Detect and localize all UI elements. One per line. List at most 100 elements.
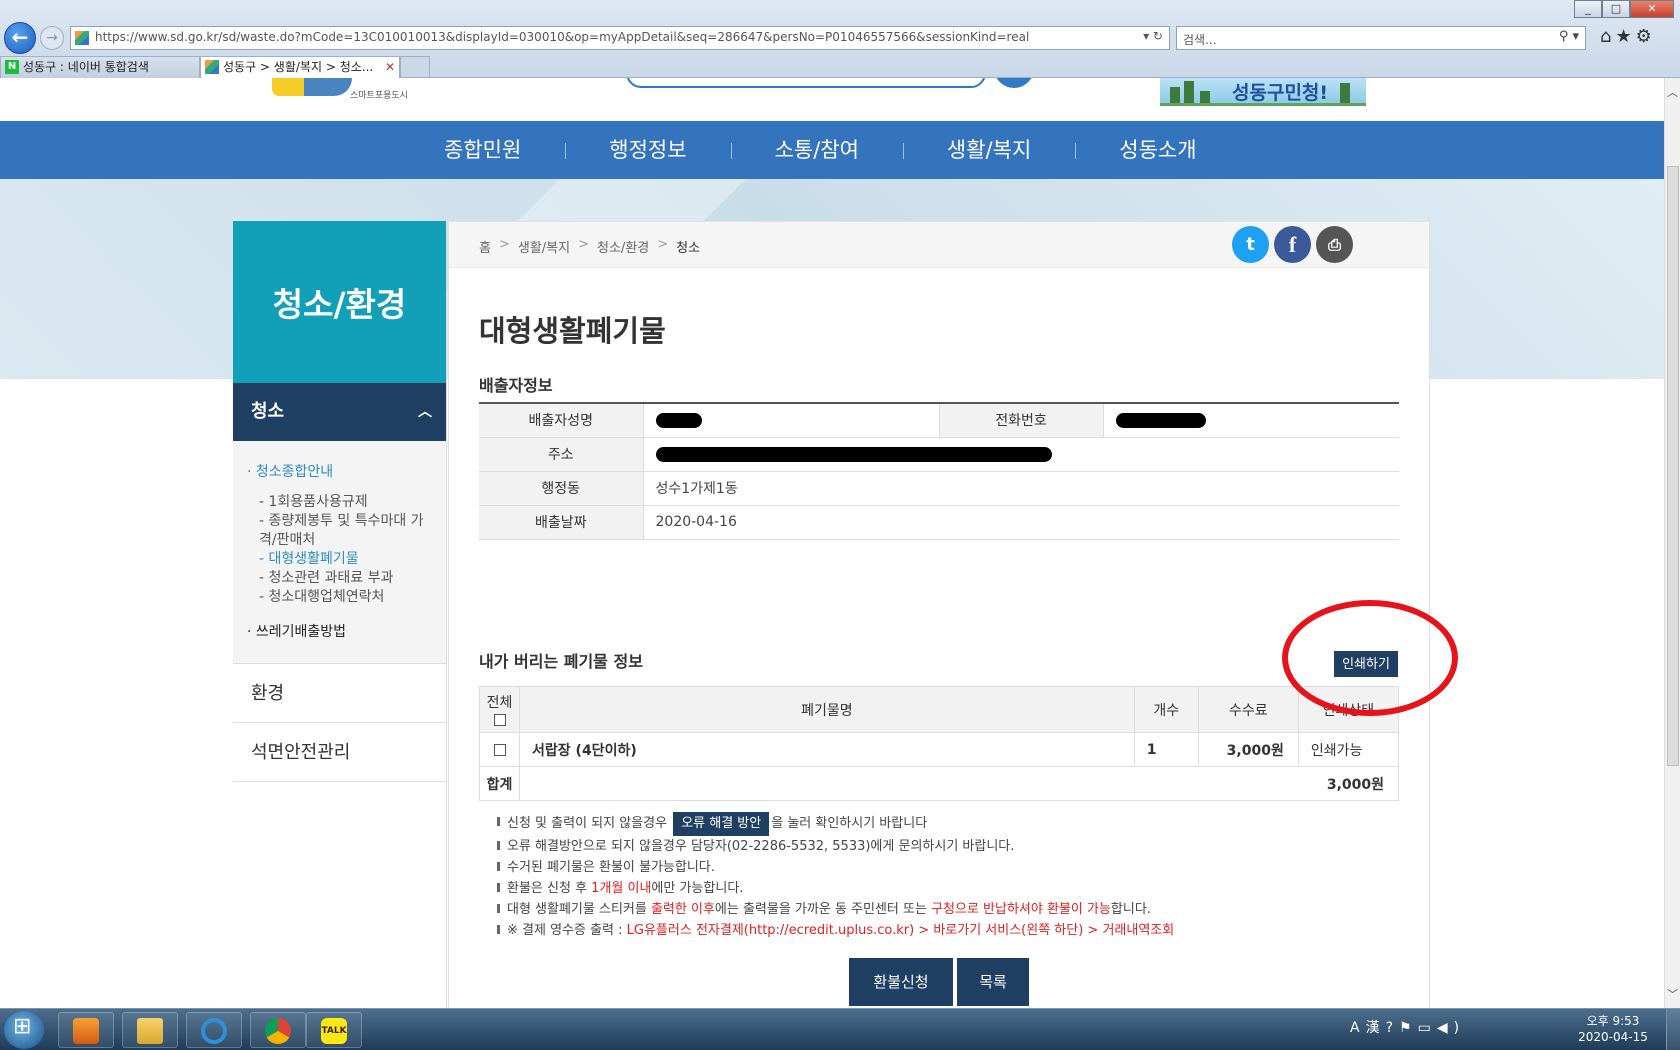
sidebar-group-disposal[interactable]: · 쓰레기배출방법	[247, 621, 436, 641]
waste-name: 서랍장 (4단이하)	[519, 732, 1135, 767]
phone-label: 전화번호	[938, 403, 1104, 438]
tab-label: 성동구 : 네이버 통합검색	[23, 60, 149, 74]
search-icon[interactable]: ⚲ ▾	[1559, 29, 1579, 44]
tab-naver[interactable]: N 성동구 : 네이버 통합검색	[0, 56, 200, 78]
sidebar-item-environment[interactable]: 환경	[233, 664, 446, 723]
close-window-button[interactable]: ✕	[1630, 0, 1674, 18]
breadcrumb-home[interactable]: 홈	[479, 237, 491, 256]
favorites-star-icon[interactable]: ★	[1615, 26, 1635, 47]
system-tray: A漢?⚑▭◀)	[1350, 1017, 1465, 1037]
maximize-button[interactable]: □	[1602, 0, 1630, 18]
chevron-up-icon[interactable]: ︿	[418, 383, 432, 441]
new-tab-button[interactable]	[400, 56, 430, 78]
col-select-all-label: 전체	[486, 694, 513, 711]
site-favicon-icon	[75, 31, 89, 45]
col-select-all: 전체	[478, 686, 521, 733]
scroll-thumb[interactable]	[1667, 166, 1679, 766]
vertical-scrollbar[interactable]: ︿ ﹀	[1664, 78, 1680, 1008]
browser-search-input[interactable]: 검색... ⚲ ▾	[1176, 26, 1586, 50]
language-icon[interactable]: A	[1350, 1020, 1366, 1036]
select-all-checkbox[interactable]	[493, 713, 506, 726]
gnb-item-civil[interactable]: 종합민원	[400, 121, 565, 179]
row-checkbox-cell	[478, 732, 521, 767]
share-buttons: t f ⎙	[1232, 226, 1353, 263]
notice-item: 대형 생활폐기물 스티커를 출력한 이후에는 출력물을 가까운 동 주민센터 또…	[497, 899, 1174, 920]
clock-date: 2020-04-15	[1578, 1030, 1648, 1044]
home-icon[interactable]: ⌂	[1600, 26, 1615, 47]
tab-close-icon[interactable]: ✕	[385, 60, 395, 74]
folder-icon[interactable]	[122, 1012, 178, 1048]
tab-label: 성동구 > 생활/복지 > 청소...	[223, 60, 374, 74]
page-title: 대형생활폐기물	[479, 314, 666, 348]
site-search-button[interactable]	[994, 78, 1034, 88]
notice-item: 환불은 신청 후 1개월 이내에만 가능합니다.	[497, 878, 1174, 899]
banner-link[interactable]: 성동구민청!	[1160, 78, 1366, 106]
row-checkbox[interactable]	[493, 743, 506, 756]
print-button[interactable]: 인쇄하기	[1334, 651, 1398, 677]
sidebar-item-contractors[interactable]: - 청소대행업체연락처	[247, 588, 436, 607]
volume-icon[interactable]: ◀)	[1437, 1020, 1465, 1036]
error-solution-button[interactable]: 오류 해결 방안	[673, 812, 770, 836]
notice-item: 신청 및 출력이 되지 않을경우 오류 해결 방안 을 눌러 확인하시기 바랍니다	[497, 812, 1174, 836]
breadcrumb-cleaning-env[interactable]: 청소/환경	[597, 237, 649, 256]
sidebar-group-cleaning-guide[interactable]: · 청소종합안내	[247, 461, 436, 481]
show-desktop-button[interactable]	[1666, 1009, 1680, 1050]
refresh-icon[interactable]: ▾ ↻	[1143, 29, 1163, 43]
kakaotalk-icon[interactable]: TALK	[306, 1012, 362, 1048]
window-controls: _ □ ✕	[1574, 0, 1674, 18]
sidebar-section-label: 청소	[251, 401, 285, 422]
search-placeholder: 검색...	[1183, 33, 1217, 47]
flag-icon[interactable]: ⚑	[1399, 1020, 1418, 1036]
scroll-up-icon[interactable]: ︿	[1667, 84, 1678, 100]
twitter-icon[interactable]: t	[1232, 226, 1269, 263]
tab-seongdong[interactable]: 성동구 > 생활/복지 > 청소... ✕	[200, 56, 400, 78]
breadcrumb-current: 청소	[676, 241, 701, 256]
name-value	[643, 403, 939, 438]
gnb-item-about[interactable]: 성동소개	[1075, 121, 1240, 179]
internet-explorer-icon[interactable]	[186, 1012, 242, 1048]
gnb-item-life-welfare[interactable]: 생활/복지	[902, 121, 1075, 179]
chrome-icon[interactable]	[250, 1012, 306, 1048]
receipt-link[interactable]: LG유플러스 전자결제(http://ecredit.uplus.co.kr) …	[627, 923, 1175, 938]
address-bar[interactable]: https://www.sd.go.kr/sd/waste.do?mCode=1…	[70, 26, 1170, 50]
sidebar: 청소/환경 청소 ︿ · 청소종합안내 - 1회용품사용규제 - 종량제봉투 및…	[233, 221, 447, 1008]
gnb-item-communication[interactable]: 소통/참여	[730, 121, 903, 179]
refund-button[interactable]: 환불신청	[849, 958, 953, 1006]
site-logo[interactable]	[272, 78, 352, 96]
site-header: 스마트포용도시 성동구민청!	[0, 78, 1664, 122]
scroll-down-icon[interactable]: ﹀	[1667, 986, 1678, 1002]
forward-button[interactable]: →	[40, 26, 64, 50]
print-icon[interactable]: ⎙	[1316, 226, 1353, 263]
notice-item: 오류 해결방안으로 되지 않을경우 담당자(02-2286-5532, 5533…	[497, 836, 1174, 857]
facebook-icon[interactable]: f	[1274, 226, 1311, 263]
total-row: 합계 3,000원	[478, 766, 1399, 801]
site-search-input[interactable]	[626, 78, 986, 88]
minimize-button[interactable]: _	[1574, 0, 1602, 18]
hanja-icon[interactable]: 漢	[1366, 1020, 1386, 1036]
breadcrumb-life[interactable]: 생활/복지	[518, 237, 570, 256]
back-button[interactable]: ←	[4, 22, 36, 54]
table-row: 서랍장 (4단이하) 1 3,000원 인쇄가능	[478, 732, 1400, 767]
list-button[interactable]: 목록	[957, 958, 1029, 1006]
browser-toolbar-icons: ⌂★⚙	[1600, 26, 1656, 47]
network-icon[interactable]: ▭	[1418, 1020, 1437, 1036]
start-button[interactable]	[4, 1011, 44, 1049]
dong-value: 성수1가제1동	[643, 471, 1399, 506]
sidebar-item-asbestos[interactable]: 석면안전관리	[233, 723, 446, 782]
help-icon[interactable]: ?	[1386, 1020, 1399, 1036]
clock[interactable]: 오후 9:53 2020-04-15	[1578, 1013, 1648, 1045]
gnb-item-admin[interactable]: 행정정보	[565, 121, 730, 179]
sidebar-item-bulky-waste[interactable]: - 대형생활폐기물	[247, 550, 436, 569]
global-nav: 종합민원 행정정보 소통/참여 생활/복지 성동소개	[0, 121, 1664, 179]
sidebar-item-fines[interactable]: - 청소관련 과태료 부과	[247, 569, 436, 588]
discharger-info-heading: 배출자정보	[479, 376, 553, 395]
media-player-icon[interactable]	[58, 1012, 114, 1048]
url-text[interactable]: https://www.sd.go.kr/sd/waste.do?mCode=1…	[95, 30, 1029, 44]
waste-info-heading: 내가 버리는 폐기물 정보	[479, 652, 643, 671]
sidebar-section-cleaning[interactable]: 청소 ︿	[233, 383, 446, 441]
sidebar-item-bags[interactable]: - 종량제봉투 및 특수마대 가격/판매처	[247, 512, 436, 550]
gear-icon[interactable]: ⚙	[1636, 26, 1656, 47]
breadcrumb: 홈 > 생활/복지 > 청소/환경 > 청소	[479, 237, 701, 256]
sidebar-item-disposables[interactable]: - 1회용품사용규제	[247, 493, 436, 512]
logo-subtitle: 스마트포용도시	[350, 91, 408, 101]
